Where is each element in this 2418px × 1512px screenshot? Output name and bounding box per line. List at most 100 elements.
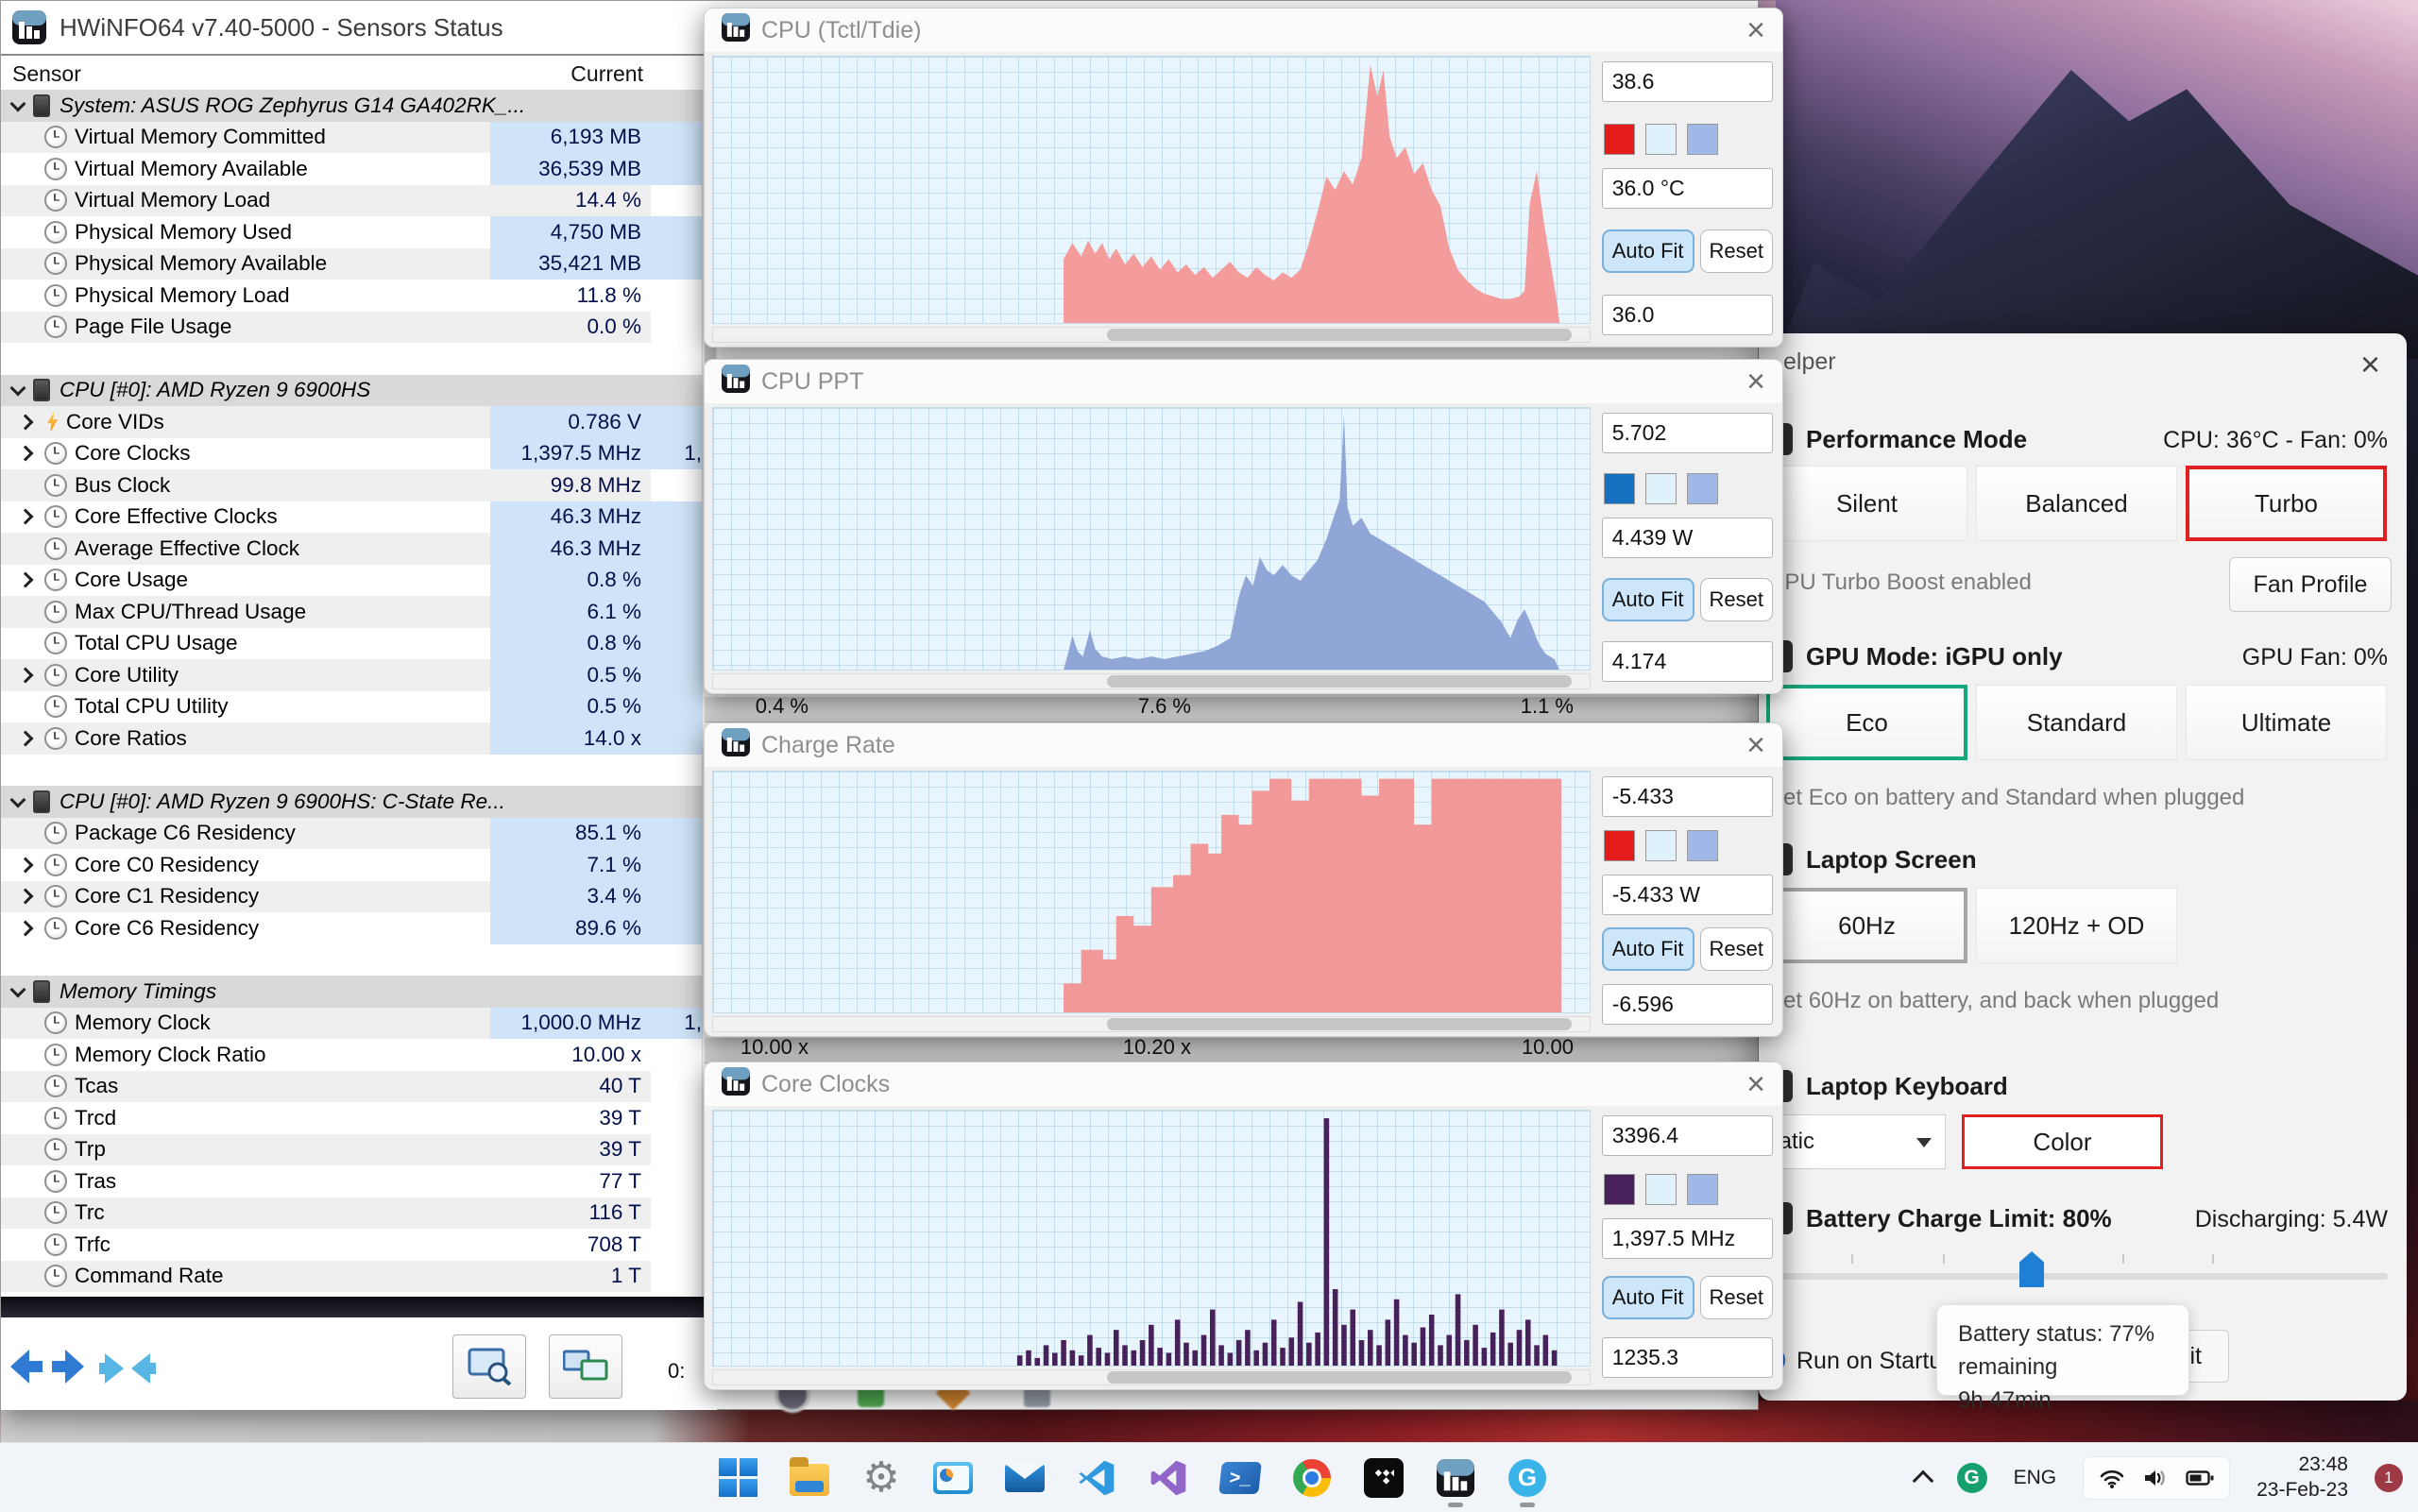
tidal-icon[interactable] <box>1364 1457 1404 1498</box>
sensor-row[interactable]: Trfc 708 T <box>1 1229 702 1261</box>
remote-monitor-button[interactable] <box>549 1334 622 1399</box>
series-color-swatch[interactable] <box>1603 1173 1635 1205</box>
scrollbar-thumb[interactable] <box>1107 329 1573 341</box>
mode-silent-button[interactable]: Silent <box>1766 466 1967 541</box>
mode-balanced-button[interactable]: Balanced <box>1976 466 2177 541</box>
background-color-swatch[interactable] <box>1644 1173 1677 1205</box>
grid-color-swatch[interactable] <box>1686 1173 1718 1205</box>
graph-window[interactable]: CPU PPT × 5.702 4.439 W Auto Fit Reset 4.174 <box>704 359 1783 694</box>
column-header-current[interactable]: Current <box>490 61 643 87</box>
powershell-icon[interactable]: >_ <box>1218 1458 1262 1498</box>
graph-titlebar[interactable]: CPU PPT × <box>705 360 1782 403</box>
sensor-row[interactable]: Core VIDs 0.786 V <box>1 406 702 438</box>
sensor-row[interactable]: Package C6 Residency 85.1 % <box>1 817 702 849</box>
gpu-ultimate-button[interactable]: Ultimate <box>2186 685 2387 760</box>
system-tray-pill[interactable] <box>2083 1455 2231 1500</box>
graph-titlebar[interactable]: CPU (Tctl/Tdie) × <box>705 8 1782 52</box>
tray-chevron-up-icon[interactable] <box>1912 1470 1933 1491</box>
grid-color-swatch[interactable] <box>1686 123 1718 155</box>
gpu-standard-button[interactable]: Standard <box>1976 685 2177 760</box>
tray-clock[interactable]: 23:48 23-Feb-23 <box>2256 1453 2348 1503</box>
auto-fit-button[interactable]: Auto Fit <box>1601 927 1694 972</box>
graph-plot-area[interactable] <box>712 771 1591 1013</box>
background-color-swatch[interactable] <box>1644 829 1677 861</box>
chevron-right-icon[interactable] <box>17 667 34 684</box>
graph-plot-area[interactable] <box>712 407 1591 671</box>
mail-icon[interactable] <box>1005 1458 1045 1498</box>
close-icon[interactable]: × <box>1746 1068 1765 1100</box>
auto-fit-button[interactable]: Auto Fit <box>1601 229 1694 274</box>
close-icon[interactable]: × <box>2360 345 2380 384</box>
graph-window[interactable]: Core Clocks × 3396.4 1,397.5 MHz Auto Fit Res… <box>704 1062 1783 1390</box>
mode-turbo-button[interactable]: Turbo <box>2186 466 2387 541</box>
sensor-row[interactable]: Page File Usage 0.0 % <box>1 311 702 343</box>
auto-fit-button[interactable]: Auto Fit <box>1601 1276 1694 1320</box>
screen-120hz-button[interactable]: 120Hz + OD <box>1976 888 2177 963</box>
expand-columns-icon[interactable] <box>10 1342 84 1391</box>
graph-plot-area[interactable] <box>712 1110 1591 1367</box>
sensor-row[interactable]: Virtual Memory Committed 6,193 MB <box>1 121 702 153</box>
series-color-swatch[interactable] <box>1603 829 1635 861</box>
scrollbar-thumb[interactable] <box>1107 1018 1573 1030</box>
control-panel-icon[interactable] <box>933 1458 973 1498</box>
keyboard-color-button[interactable]: Color <box>1962 1114 2163 1169</box>
sensor-row[interactable]: Core C6 Residency 89.6 % <box>1 912 702 944</box>
hwinfo-taskbar-icon[interactable] <box>1436 1458 1475 1507</box>
file-explorer-icon[interactable] <box>790 1456 829 1498</box>
close-icon[interactable]: × <box>1746 365 1765 398</box>
sensor-row[interactable]: Max CPU/Thread Usage 6.1 % <box>1 596 702 628</box>
sensor-row[interactable]: Command Rate 1 T <box>1 1260 702 1292</box>
scrollbar-thumb[interactable] <box>1107 675 1573 688</box>
sensor-row[interactable]: Core Usage 0.8 % <box>1 564 702 596</box>
sensor-row[interactable]: Bus Clock 99.8 MHz <box>1 469 702 501</box>
close-icon[interactable]: × <box>1746 14 1765 46</box>
sensor-row[interactable]: Tras 77 T <box>1 1165 702 1198</box>
grid-color-swatch[interactable] <box>1686 829 1718 861</box>
chevron-right-icon[interactable] <box>17 414 34 431</box>
settings-icon[interactable]: ⚙ <box>861 1456 901 1498</box>
sensor-group-row[interactable]: CPU [#0]: AMD Ryzen 9 6900HS: C-State Re… <box>1 786 702 818</box>
grammarly-taskbar-icon[interactable]: G <box>1507 1458 1547 1507</box>
sensor-group-row[interactable]: Memory Timings <box>1 976 702 1008</box>
sensor-group-row[interactable]: CPU [#0]: AMD Ryzen 9 6900HS <box>1 374 702 406</box>
sensor-row[interactable]: Trp 39 T <box>1 1133 702 1165</box>
grammarly-tray-icon[interactable]: G <box>1956 1462 1987 1493</box>
sensor-row[interactable]: Total CPU Utility 0.5 % <box>1 690 702 722</box>
chevron-right-icon[interactable] <box>17 857 34 874</box>
sensor-row[interactable]: Core C1 Residency 3.4 % <box>1 880 702 912</box>
close-icon[interactable]: × <box>1746 729 1765 761</box>
series-color-swatch[interactable] <box>1603 473 1635 504</box>
sensor-row[interactable]: Physical Memory Load 11.8 % <box>1 280 702 312</box>
sensor-row[interactable]: Virtual Memory Load 14.4 % <box>1 184 702 216</box>
sensor-row[interactable]: Average Effective Clock 46.3 MHz <box>1 533 702 565</box>
chevron-right-icon[interactable] <box>17 508 34 525</box>
start-button[interactable] <box>718 1458 758 1498</box>
sensor-group-row[interactable]: System: ASUS ROG Zephyrus G14 GA402RK_..… <box>1 90 702 122</box>
reset-button[interactable]: Reset <box>1699 1276 1773 1320</box>
sensor-row[interactable]: Core Utility 0.5 % <box>1 659 702 691</box>
chevron-right-icon[interactable] <box>17 888 34 905</box>
column-header-sensor[interactable]: Sensor <box>12 61 81 87</box>
chevron-down-icon[interactable] <box>9 380 26 397</box>
graph-window[interactable]: CPU (Tctl/Tdie) × 38.6 36.0 °C Auto Fit Reset… <box>704 8 1783 348</box>
background-color-swatch[interactable] <box>1644 123 1677 155</box>
battery-limit-slider[interactable] <box>1766 1273 2388 1280</box>
auto-fit-button[interactable]: Auto Fit <box>1601 578 1694 621</box>
sensor-row[interactable]: Memory Clock Ratio 10.00 x <box>1 1039 702 1071</box>
graph-titlebar[interactable]: Charge Rate × <box>705 723 1782 767</box>
reset-button[interactable]: Reset <box>1699 927 1773 972</box>
visual-studio-icon[interactable] <box>1149 1458 1188 1498</box>
slider-thumb[interactable] <box>2019 1251 2044 1287</box>
keyboard-mode-dropdown[interactable]: tatic <box>1759 1114 1946 1169</box>
chevron-right-icon[interactable] <box>17 445 34 462</box>
series-color-swatch[interactable] <box>1603 123 1635 155</box>
sensor-row[interactable]: Virtual Memory Available 36,539 MB <box>1 153 702 185</box>
sensor-row[interactable]: Total CPU Usage 0.8 % <box>1 627 702 659</box>
grid-color-swatch[interactable] <box>1686 473 1718 504</box>
sensor-settings-button[interactable] <box>452 1334 526 1399</box>
collapse-columns-icon[interactable] <box>99 1348 156 1389</box>
sensor-row[interactable]: Tcas 40 T <box>1 1070 702 1102</box>
sensor-row[interactable]: Physical Memory Used 4,750 MB <box>1 216 702 248</box>
chevron-right-icon[interactable] <box>17 920 34 937</box>
chevron-right-icon[interactable] <box>17 571 34 588</box>
